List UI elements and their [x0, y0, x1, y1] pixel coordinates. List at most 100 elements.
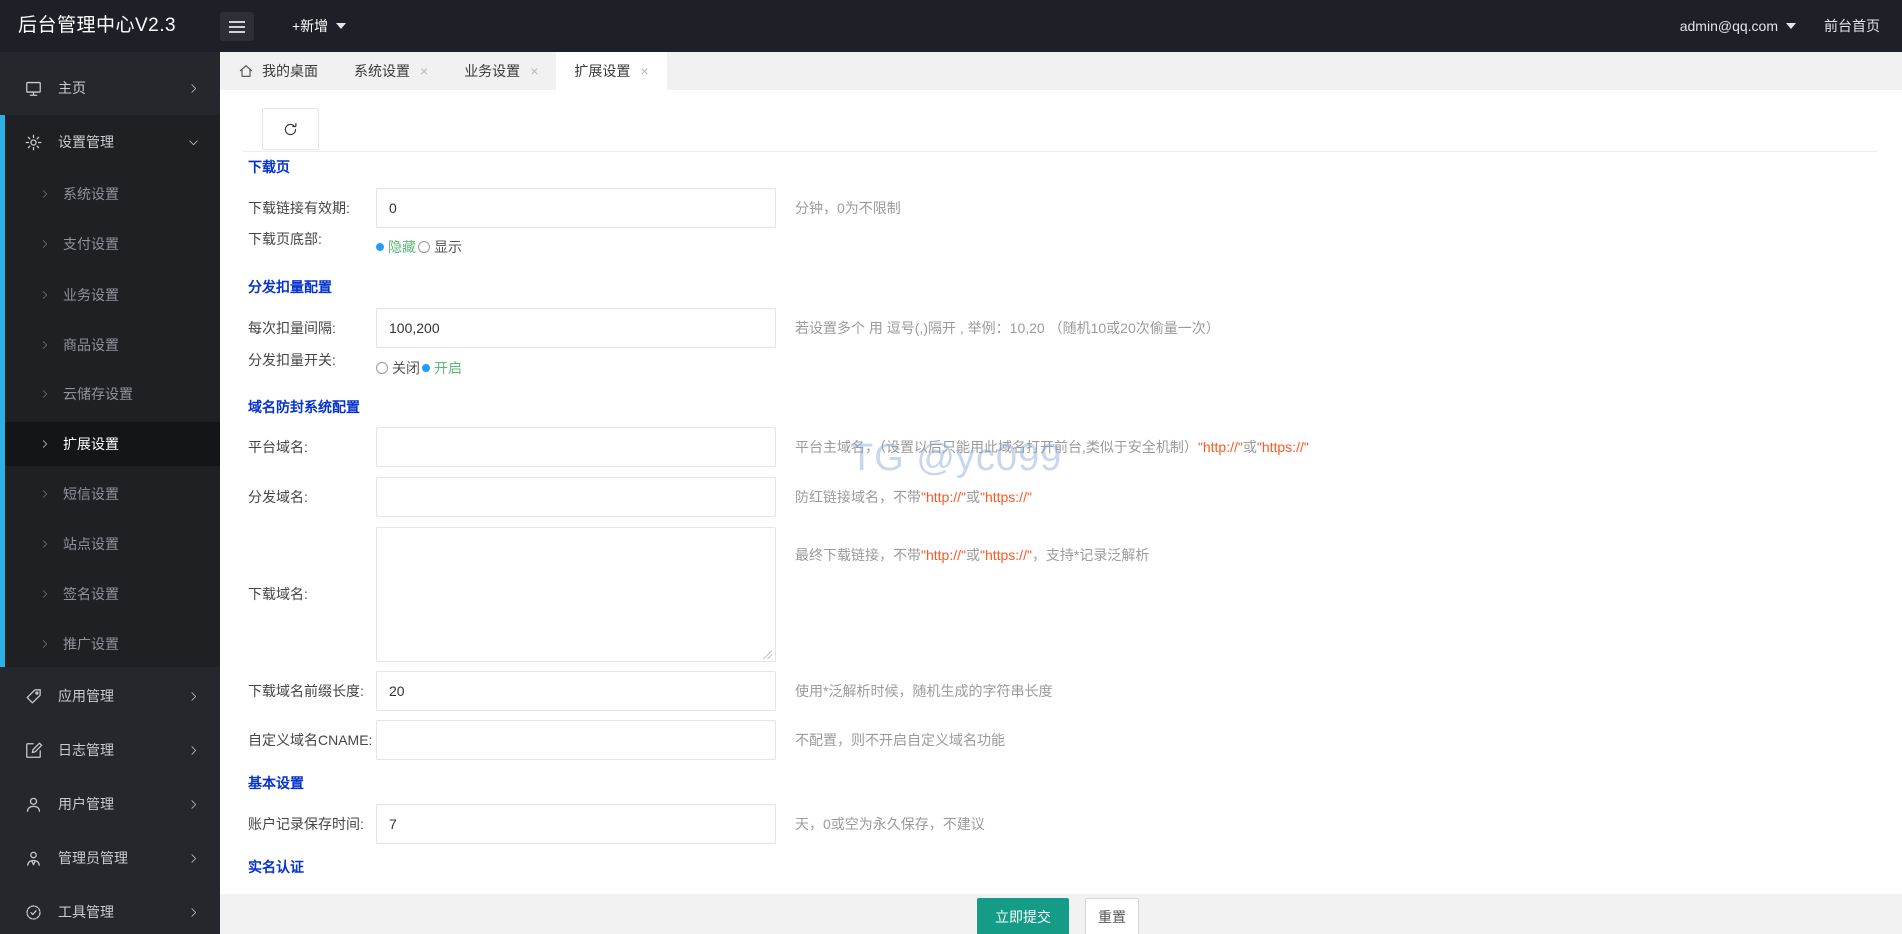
submit-button[interactable]: 立即提交 [977, 898, 1069, 934]
platform-domain-input[interactable] [376, 427, 776, 467]
reset-button[interactable]: 重置 [1085, 898, 1139, 934]
chevron-right-icon [43, 291, 47, 299]
sidebar: 主页 设置管理 系统设置 支付设置 业务设置 商品设置 云储存设置 扩展设置 短… [0, 52, 220, 934]
sidebar-item-label: 云储存设置 [63, 386, 133, 402]
sidebar-item-label: 用户管理 [58, 796, 114, 812]
active-group-indicator [0, 115, 5, 667]
section-title-deduct: 分发扣量配置 [248, 279, 332, 295]
sidebar-item-label: 推广设置 [63, 636, 119, 652]
chevron-right-icon [191, 907, 197, 917]
sidebar-item-payment-settings[interactable]: 支付设置 [0, 222, 220, 266]
topbar: 后台管理中心V2.3 +新增 admin@qq.com 前台首页 [0, 0, 1902, 52]
user-email: admin@qq.com [1679, 18, 1778, 34]
tab-system-settings[interactable]: 系统设置 × [336, 52, 446, 90]
radio-label-show[interactable]: 显示 [434, 237, 462, 257]
caret-down-icon [1786, 23, 1796, 29]
edit-icon [26, 742, 43, 758]
user-icon [26, 797, 41, 812]
section-title-realname: 实名认证 [248, 859, 304, 875]
download-domain-textarea[interactable] [376, 527, 776, 662]
account-keep-input[interactable] [376, 804, 776, 844]
hamburger-menu-button[interactable] [220, 12, 254, 41]
caret-down-icon [336, 23, 347, 29]
radio-selected[interactable] [376, 243, 384, 251]
new-dropdown[interactable]: +新增 [292, 0, 347, 52]
chevron-right-icon [191, 745, 197, 755]
close-icon[interactable]: × [530, 64, 538, 78]
chevron-right-icon [191, 691, 197, 701]
sidebar-item-user-management[interactable]: 用户管理 [0, 781, 220, 827]
sidebar-item-home[interactable]: 主页 [0, 65, 220, 111]
submit-bar: 立即提交 重置 [220, 894, 1902, 934]
sidebar-item-label: 签名设置 [63, 586, 119, 602]
sidebar-item-system-settings[interactable]: 系统设置 [0, 172, 220, 216]
field-hint: 若设置多个 用 逗号(,)隔开 , 举例：10,20 （随机10或20次偷量一次… [795, 320, 1220, 336]
cname-input[interactable] [376, 720, 776, 760]
radio-unselected[interactable] [376, 362, 388, 374]
sidebar-item-settings[interactable]: 设置管理 [0, 119, 220, 165]
gear-icon [25, 134, 42, 150]
sidebar-item-business-settings[interactable]: 业务设置 [0, 273, 220, 317]
sidebar-item-tool-management[interactable]: 工具管理 [0, 889, 220, 934]
chevron-right-icon [43, 540, 47, 548]
link-expiry-input[interactable] [376, 188, 776, 228]
chevron-right-icon [43, 440, 47, 448]
tab-label: 扩展设置 [574, 63, 631, 79]
resize-grip-icon[interactable] [762, 649, 773, 660]
sidebar-item-signature-settings[interactable]: 签名设置 [0, 572, 220, 616]
field-hint: 最终下载链接，不带"http://"或"https://"，支持*记录泛解析 [795, 547, 1150, 563]
chevron-right-icon [191, 853, 197, 863]
radio-label-on[interactable]: 开启 [434, 358, 462, 378]
tab-extension-settings[interactable]: 扩展设置 × [556, 52, 667, 90]
radio-label-off[interactable]: 关闭 [392, 358, 420, 378]
dispatch-domain-input[interactable] [376, 477, 776, 517]
sidebar-item-sms-settings[interactable]: 短信设置 [0, 472, 220, 516]
page-footer-radio-group: 隐藏 显示 [376, 235, 464, 259]
user-menu[interactable]: admin@qq.com [1680, 18, 1796, 34]
sidebar-item-label: 日志管理 [58, 742, 114, 758]
chevron-right-icon [43, 390, 47, 398]
sidebar-item-admin-management[interactable]: 管理员管理 [0, 835, 220, 881]
refresh-icon [284, 122, 297, 135]
tab-label: 系统设置 [354, 63, 410, 79]
deduct-interval-input[interactable] [376, 308, 776, 348]
tab-my-desktop[interactable]: 我的桌面 [220, 52, 336, 90]
sidebar-item-site-settings[interactable]: 站点设置 [0, 522, 220, 566]
field-hint: 平台主域名，（设置以后只能用此域名打开前台,类似于安全机制）"http://"或… [795, 439, 1309, 455]
section-title-domain-guard: 域名防封系统配置 [248, 399, 360, 415]
frontend-home-link[interactable]: 前台首页 [1824, 16, 1880, 36]
radio-selected[interactable] [422, 364, 430, 372]
sidebar-item-label: 商品设置 [63, 337, 119, 353]
tab-label: 我的桌面 [262, 63, 318, 79]
close-icon[interactable]: × [420, 64, 428, 78]
main-content: 我的桌面 系统设置 × 业务设置 × 扩展设置 × TG @yc099 下载页 … [220, 52, 1902, 934]
chevron-right-icon [191, 799, 197, 809]
radio-unselected[interactable] [418, 241, 430, 253]
chevron-down-icon [189, 139, 198, 145]
sidebar-item-extension-settings[interactable]: 扩展设置 [0, 422, 220, 466]
sidebar-item-log-management[interactable]: 日志管理 [0, 727, 220, 773]
sidebar-item-product-settings[interactable]: 商品设置 [0, 323, 220, 367]
radio-label-hide[interactable]: 隐藏 [388, 237, 416, 257]
monitor-icon [26, 81, 41, 96]
field-hint: 天，0或空为永久保存，不建议 [795, 816, 985, 832]
badge-check-icon [26, 904, 41, 920]
tab-business-settings[interactable]: 业务设置 × [446, 52, 556, 90]
chevron-right-icon [43, 490, 47, 498]
sidebar-item-label: 主页 [58, 80, 86, 96]
close-icon[interactable]: × [640, 64, 648, 78]
prefix-length-input[interactable] [376, 671, 776, 711]
tab-bar: 我的桌面 系统设置 × 业务设置 × 扩展设置 × [220, 52, 1902, 90]
section-title-download-page: 下载页 [248, 159, 290, 175]
sidebar-item-promotion-settings[interactable]: 推广设置 [0, 622, 220, 666]
sidebar-item-app-management[interactable]: 应用管理 [0, 673, 220, 719]
sidebar-item-cloud-storage-settings[interactable]: 云储存设置 [0, 372, 220, 416]
refresh-button[interactable] [262, 108, 319, 150]
admin-user-icon [27, 851, 40, 866]
home-icon [239, 65, 253, 77]
field-hint: 不配置，则不开启自定义域名功能 [795, 732, 1005, 748]
field-hint: 使用*泛解析时候，随机生成的字符串长度 [795, 683, 1053, 699]
chevron-right-icon [43, 190, 47, 198]
section-title-basic: 基本设置 [248, 775, 304, 791]
field-hint: 防红链接域名，不带"http://"或"https://" [795, 489, 1032, 505]
